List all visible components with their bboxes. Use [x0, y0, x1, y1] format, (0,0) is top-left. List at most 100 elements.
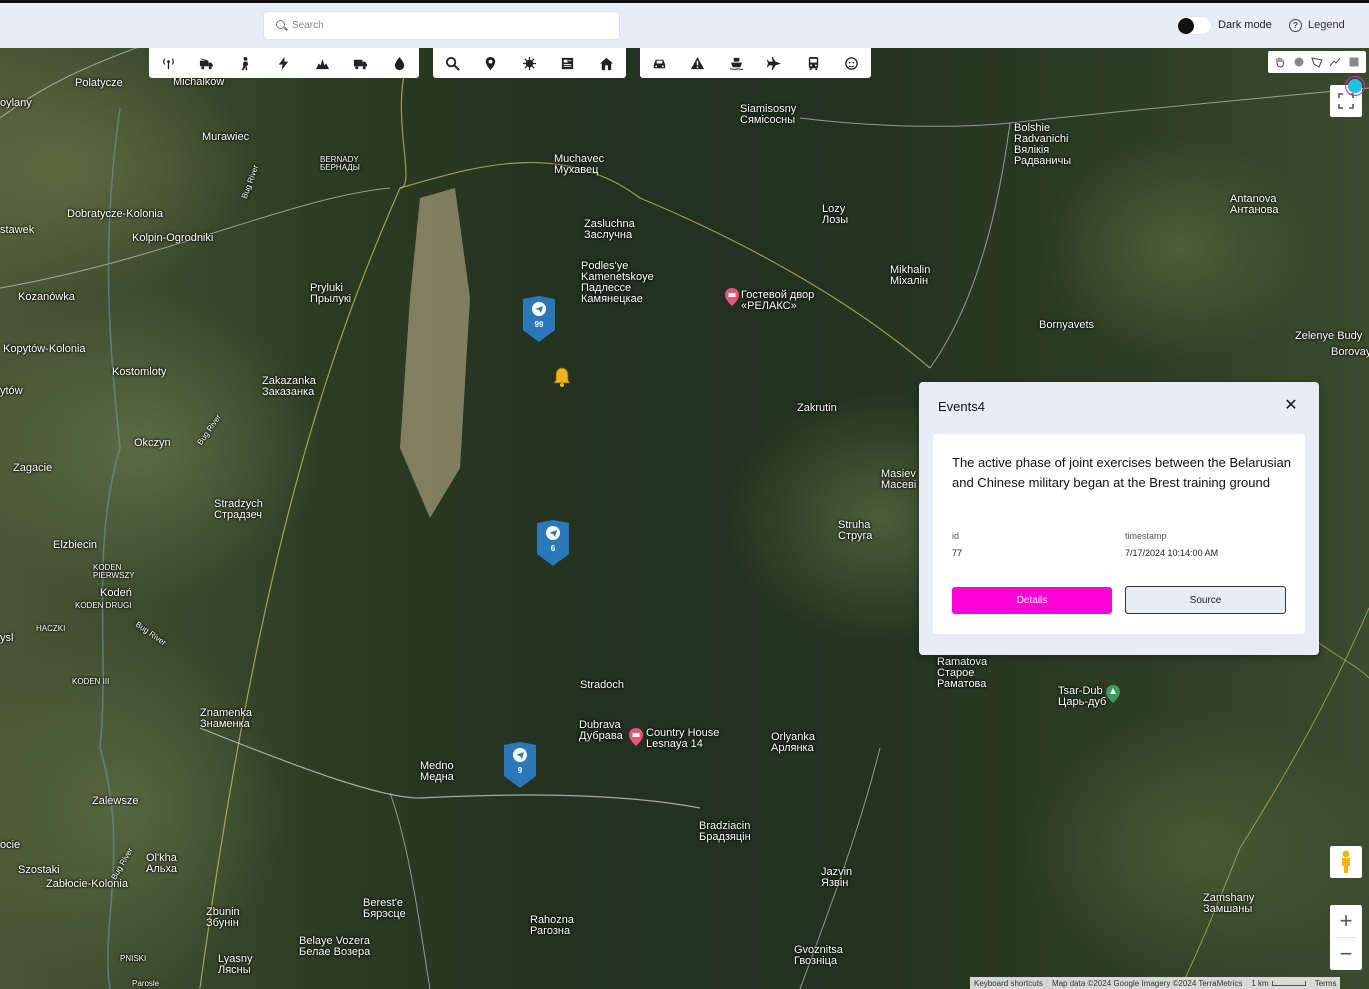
place-label: Orlyanka Арлянка [771, 731, 816, 754]
park-pin-icon[interactable] [1106, 685, 1120, 703]
cluster-marker[interactable]: 9 [503, 742, 537, 788]
place-label: Ramatova Старое Раматова [937, 656, 988, 690]
place-label: oylany [0, 97, 32, 109]
legend-label: Legend [1308, 19, 1345, 31]
place-label: Szostaki [18, 864, 60, 876]
cluster-count: 9 [517, 766, 523, 775]
place-label: Kozanówka [18, 291, 75, 303]
scale-indicator[interactable]: 1 km [1247, 978, 1311, 988]
event-card: The active phase of joint exercises betw… [933, 434, 1305, 634]
truck-icon[interactable] [342, 48, 381, 78]
pegman-icon [1342, 850, 1350, 873]
car-icon[interactable] [640, 48, 679, 78]
place-label: HACZKI [36, 624, 66, 633]
place-label: Zamshany Замшаны [1203, 892, 1255, 915]
id-value: 77 [952, 548, 963, 558]
place-label: Zagacie [13, 462, 53, 474]
zoom-search-icon[interactable] [433, 48, 472, 78]
place-label: BERNADY БЕРНАДЫ [320, 155, 360, 172]
zoom-in-button[interactable]: + [1330, 905, 1362, 937]
timestamp-label: timestamp [1125, 531, 1167, 541]
water-drop-icon[interactable] [380, 48, 419, 78]
dark-mode-toggle[interactable] [1176, 16, 1212, 35]
place-label: KODEN DRUGI [75, 601, 132, 610]
place-label: Country House Lesnaya 14 [646, 727, 720, 750]
hotel-pin-icon[interactable] [629, 728, 643, 746]
place-label: Гостевой двор «РЕЛАКС» [741, 289, 815, 312]
app-header: Dark mode ? Legend [0, 3, 1369, 48]
virus-icon[interactable] [510, 48, 549, 78]
popup-title: Events4 [938, 399, 985, 414]
place-label: Dobratycze-Kolonia [67, 208, 163, 220]
id-label: id [952, 531, 960, 541]
hand-icon[interactable] [1272, 54, 1288, 70]
polyline-icon[interactable] [1327, 54, 1343, 70]
toolbar-group-1 [149, 48, 419, 78]
place-label: Pryluki Прылукі [310, 282, 352, 305]
place-label: Stradzych Страдзеч [214, 498, 263, 521]
house-icon[interactable] [587, 48, 626, 78]
soldier-icon[interactable] [226, 48, 265, 78]
details-button[interactable]: Details [952, 587, 1112, 614]
place-label: ytów [0, 385, 23, 397]
place-label: KODEN PIERWSZY [93, 563, 135, 580]
place-label: Muchavec Мухавец [554, 153, 605, 176]
location-pin-icon[interactable] [472, 48, 511, 78]
legend-button[interactable]: ? Legend [1289, 17, 1345, 33]
place-label: Siamisosny Сямісосны [740, 103, 797, 126]
warning-icon[interactable] [679, 48, 718, 78]
place-label: Zakrutin [797, 402, 837, 414]
circle-icon[interactable] [1291, 54, 1307, 70]
cluster-count: 6 [550, 544, 556, 553]
rectangle-icon[interactable] [1346, 54, 1362, 70]
hotel-pin-icon[interactable] [725, 288, 739, 306]
help-circle-icon: ? [1289, 18, 1302, 32]
zoom-control: + − [1330, 905, 1362, 970]
place-label: Jazvin Язвін [821, 866, 853, 889]
place-label: Okczyn [134, 437, 171, 449]
place-label: Antanova Антанова [1230, 193, 1279, 216]
polygon-icon[interactable] [1309, 54, 1325, 70]
newspaper-icon[interactable] [549, 48, 588, 78]
keyboard-shortcuts-link[interactable]: Keyboard shortcuts [970, 978, 1048, 988]
street-view-button[interactable] [1330, 846, 1362, 878]
cluster-marker[interactable]: 6 [536, 520, 570, 566]
close-icon[interactable]: ✕ [1281, 396, 1301, 416]
source-button[interactable]: Source [1125, 586, 1286, 614]
ship-icon[interactable] [717, 48, 756, 78]
place-label: Lozy Лозы [822, 203, 849, 226]
place-label: ocie [0, 839, 21, 851]
place-label: Masiev Масеві [881, 468, 917, 491]
place-label: Kodeń [100, 587, 132, 599]
search-input[interactable] [292, 12, 612, 39]
fullscreen-icon [1338, 93, 1354, 109]
place-label: Lyasny Лясны [218, 953, 253, 976]
terms-link[interactable]: Terms [1311, 979, 1341, 988]
place-label: Zalewsze [92, 795, 139, 807]
zoom-out-button[interactable]: − [1330, 938, 1362, 970]
place-label: Bolshie Radvanichi Вялікія Радваничы [1014, 122, 1072, 167]
cluster-marker[interactable]: 99 [522, 296, 556, 342]
place-label: Murawiec [202, 131, 250, 143]
antenna-icon[interactable] [149, 48, 188, 78]
dark-mode-label: Dark mode [1218, 19, 1272, 31]
place-label: Belaye Vozera Белае Возера [299, 935, 371, 958]
lightning-icon[interactable] [265, 48, 304, 78]
bell-icon[interactable] [551, 366, 573, 388]
place-label: Kolpin-Ogrodniki [132, 232, 214, 244]
bus-icon[interactable] [794, 48, 833, 78]
place-label: Ol'kha Альха [146, 852, 177, 875]
scale-bar [1271, 980, 1306, 986]
location-dot-icon[interactable] [1345, 76, 1365, 96]
place-label: PNISKI [120, 954, 147, 963]
airplane-icon[interactable] [756, 48, 795, 78]
search-box[interactable] [263, 11, 620, 40]
explosion-icon[interactable] [303, 48, 342, 78]
fire-truck-icon[interactable] [188, 48, 227, 78]
face-icon[interactable] [833, 48, 872, 78]
place-label: Mikhalin Міхалін [890, 264, 931, 287]
toolbar-group-3 [640, 48, 871, 78]
search-icon [276, 20, 285, 29]
place-label: Stradoch [580, 679, 625, 691]
place-label: Podles'ye Kamenetskoye Падлессе Камянецк… [581, 260, 654, 305]
